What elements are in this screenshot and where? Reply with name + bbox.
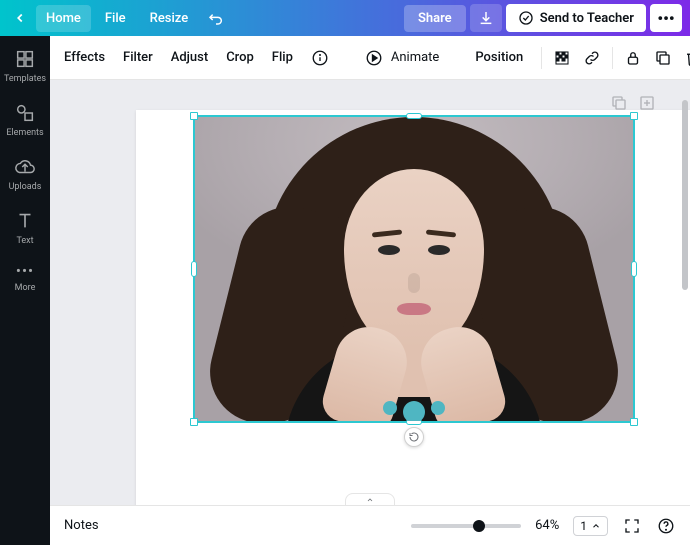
nav-elements[interactable]: Elements	[0, 98, 50, 142]
zoom-thumb[interactable]	[473, 520, 485, 532]
elements-icon	[14, 102, 36, 124]
zoom-percent[interactable]: 64%	[535, 518, 559, 533]
delete-button[interactable]	[683, 48, 690, 68]
tool-filter[interactable]: Filter	[123, 50, 153, 65]
back-button[interactable]	[8, 6, 32, 30]
more-icon: •••	[16, 264, 34, 279]
tool-position[interactable]: Position	[475, 50, 523, 65]
fullscreen-button[interactable]	[622, 516, 642, 536]
canvas-area[interactable]: + Add page	[50, 80, 690, 505]
rotate-icon	[408, 431, 420, 443]
menu-file[interactable]: File	[95, 5, 136, 32]
image-content	[195, 117, 633, 421]
menu-resize[interactable]: Resize	[140, 5, 199, 32]
transparency-button[interactable]	[552, 48, 572, 68]
tool-effects[interactable]: Effects	[64, 50, 105, 65]
help-button[interactable]	[656, 516, 676, 536]
vertical-scrollbar[interactable]	[682, 100, 688, 290]
chevron-up-icon	[364, 496, 376, 504]
chevron-up-icon	[591, 521, 601, 531]
nav-text[interactable]: Text	[0, 206, 50, 250]
resize-handle-r[interactable]	[631, 261, 637, 277]
top-menubar: Home File Resize Share Send to Teacher •…	[0, 0, 690, 36]
nav-label: Templates	[4, 74, 46, 84]
nav-label: More	[15, 283, 36, 293]
text-icon	[14, 210, 36, 232]
expand-panel-handle[interactable]	[345, 493, 395, 505]
lock-button[interactable]	[623, 48, 643, 68]
info-button[interactable]	[311, 48, 329, 68]
zoom-slider[interactable]	[411, 524, 521, 528]
nav-more[interactable]: ••• More	[0, 260, 50, 297]
more-menu-button[interactable]: •••	[650, 4, 682, 32]
tool-flip[interactable]: Flip	[272, 50, 293, 65]
nav-label: Elements	[6, 128, 43, 138]
resize-handle-l[interactable]	[191, 261, 197, 277]
animate-icon	[365, 49, 383, 67]
undo-button[interactable]	[202, 10, 230, 26]
tool-adjust[interactable]: Adjust	[171, 50, 208, 65]
fullscreen-icon	[623, 517, 641, 535]
help-icon	[657, 517, 675, 535]
page-count-button[interactable]: 1	[573, 516, 608, 536]
share-button[interactable]: Share	[404, 5, 466, 32]
menu-home[interactable]: Home	[36, 5, 91, 32]
info-icon	[311, 49, 329, 67]
check-circle-icon	[518, 10, 534, 26]
animate-label: Animate	[391, 50, 439, 65]
design-page[interactable]	[136, 110, 690, 505]
page-current: 1	[580, 519, 587, 533]
transparency-icon	[553, 49, 571, 67]
nav-label: Uploads	[9, 182, 42, 192]
duplicate-icon	[654, 49, 672, 67]
nav-templates[interactable]: Templates	[0, 44, 50, 88]
nav-label: Text	[16, 236, 33, 246]
templates-icon	[14, 48, 36, 70]
uploads-icon	[14, 156, 36, 178]
send-to-teacher-button[interactable]: Send to Teacher	[506, 4, 646, 32]
context-toolbar: Effects Filter Adjust Crop Flip Animate …	[50, 36, 690, 80]
nav-uploads[interactable]: Uploads	[0, 152, 50, 196]
rotate-handle[interactable]	[404, 427, 424, 447]
link-button[interactable]	[582, 48, 602, 68]
tool-animate[interactable]: Animate	[365, 49, 439, 67]
duplicate-button[interactable]	[653, 48, 673, 68]
download-button[interactable]	[470, 4, 502, 32]
footer-bar: Notes 64% 1	[50, 505, 690, 545]
trash-icon	[684, 49, 690, 67]
resize-handle-t[interactable]	[406, 113, 422, 119]
resize-handle-tr[interactable]	[630, 112, 638, 120]
link-icon	[583, 49, 601, 67]
lock-icon	[624, 49, 642, 67]
left-sidebar: Templates Elements Uploads Text ••• More	[0, 36, 50, 545]
notes-button[interactable]: Notes	[64, 518, 99, 533]
tool-crop[interactable]: Crop	[226, 50, 254, 65]
selected-image[interactable]	[193, 115, 635, 423]
resize-handle-tl[interactable]	[190, 112, 198, 120]
send-label: Send to Teacher	[540, 11, 634, 26]
resize-handle-bl[interactable]	[190, 418, 198, 426]
resize-handle-br[interactable]	[630, 418, 638, 426]
